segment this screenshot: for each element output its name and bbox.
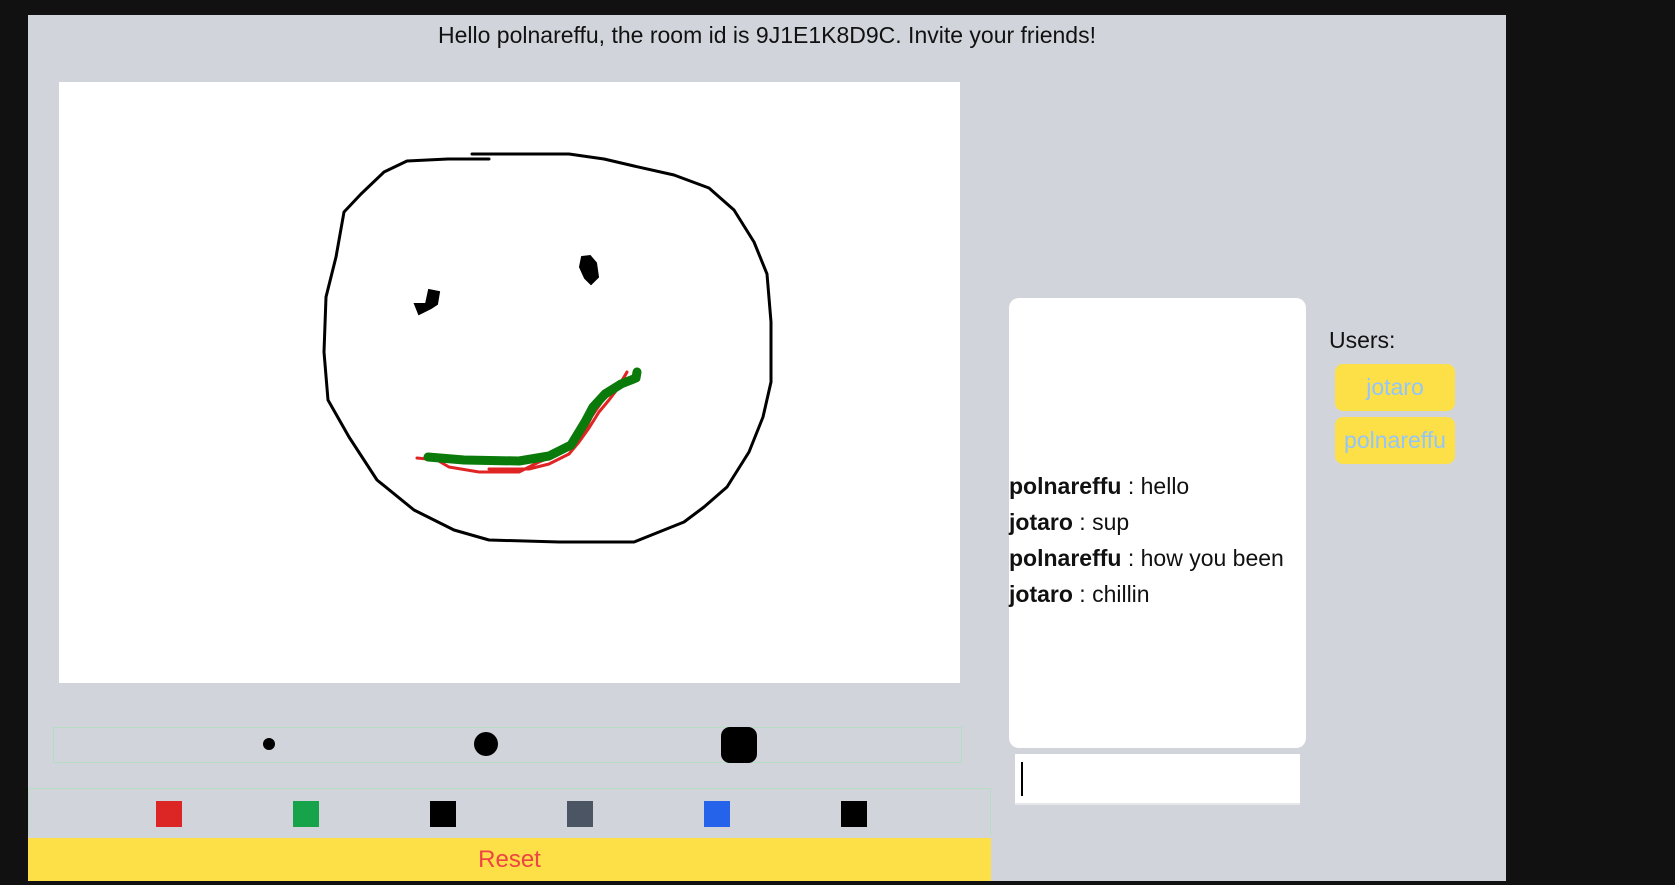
left-eye-stroke [413, 288, 441, 316]
smile-green-stroke [423, 367, 642, 466]
text-caret [1021, 762, 1023, 796]
chat-message-list: polnareffu : hello jotaro : sup polnaref… [1009, 468, 1284, 612]
app-window: Hello polnareffu, the room id is 9J1E1K8… [28, 15, 1506, 881]
chat-message-separator: : [1072, 509, 1093, 535]
users-label: Users: [1329, 327, 1396, 353]
chat-message: jotaro : sup [1009, 504, 1284, 540]
chat-message-text: chillin [1092, 581, 1150, 607]
brush-small-button[interactable] [263, 738, 275, 750]
chat-message: polnareffu : how you been [1009, 540, 1284, 576]
chat-message: jotaro : chillin [1009, 576, 1284, 612]
user-chip-jotaro[interactable]: jotaro [1335, 364, 1455, 411]
chat-message-text: sup [1092, 509, 1130, 535]
drawing-canvas[interactable] [59, 82, 960, 683]
chat-message-text: hello [1140, 473, 1190, 499]
right-eye-stroke [578, 254, 600, 286]
color-palette [28, 788, 991, 835]
room-greeting: Hello polnareffu, the room id is 9J1E1K8… [438, 22, 1096, 48]
color-swatch-black[interactable] [430, 801, 456, 827]
color-swatch-gray[interactable] [567, 801, 593, 827]
chat-message-user: polnareffu [1009, 473, 1122, 499]
chat-message-separator: : [1072, 581, 1093, 607]
chat-input[interactable] [1015, 754, 1300, 805]
reset-button[interactable]: Reset [28, 838, 991, 881]
color-swatch-red[interactable] [156, 801, 182, 827]
chat-message-separator: : [1121, 473, 1141, 499]
user-chip-polnareffu[interactable]: polnareffu [1335, 417, 1455, 464]
chat-message-separator: : [1121, 545, 1141, 571]
brush-large-button[interactable] [721, 727, 757, 763]
chat-message-user: jotaro [1009, 581, 1073, 607]
color-swatch-blue[interactable] [704, 801, 730, 827]
color-swatch-black-2[interactable] [841, 801, 867, 827]
chat-message-user: polnareffu [1009, 545, 1122, 571]
face-outline-stroke [322, 152, 773, 544]
chat-message-text: how you been [1140, 545, 1284, 571]
brush-medium-button[interactable] [474, 732, 498, 756]
color-swatch-green[interactable] [293, 801, 319, 827]
brush-size-bar [53, 727, 962, 763]
chat-message: polnareffu : hello [1009, 468, 1284, 504]
chat-panel: polnareffu : hello jotaro : sup polnaref… [1009, 298, 1306, 748]
chat-message-user: jotaro [1009, 509, 1073, 535]
